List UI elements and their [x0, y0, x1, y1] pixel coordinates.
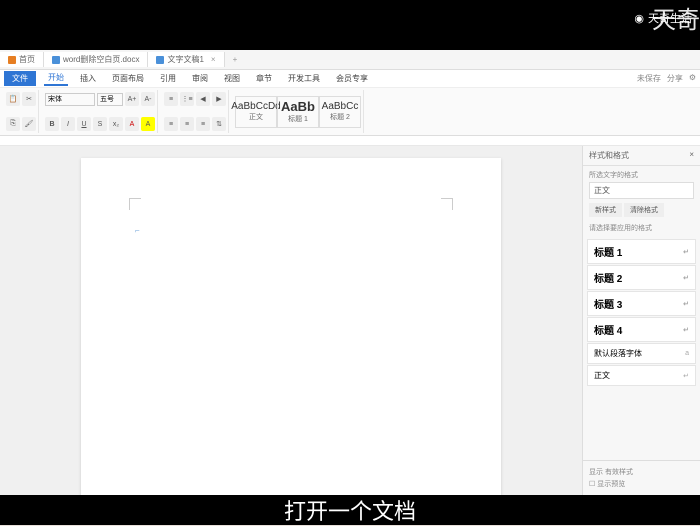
- tab-doc1[interactable]: word删除空白页.docx: [44, 52, 148, 67]
- app-window: 首页 word删除空白页.docx 文字文稿1 × + 文件 开始 插入 页面布局…: [0, 50, 700, 495]
- bold-button[interactable]: B: [45, 117, 59, 131]
- close-icon[interactable]: ×: [211, 55, 216, 64]
- menu-start[interactable]: 开始: [44, 71, 68, 86]
- decrease-font[interactable]: A-: [141, 92, 155, 106]
- sub-button[interactable]: x₂: [109, 117, 123, 131]
- align-center[interactable]: ≡: [180, 117, 194, 131]
- ribbon-font: 宋体 五号 A+ A- B I U S x₂ A A: [43, 90, 158, 133]
- strike-button[interactable]: S: [93, 117, 107, 131]
- align-right[interactable]: ≡: [196, 117, 210, 131]
- apply-icon: a: [685, 350, 689, 357]
- margin-corner-tl: [129, 198, 141, 210]
- menu-layout[interactable]: 页面布局: [108, 72, 148, 85]
- wps-icon: [8, 56, 16, 64]
- number-button[interactable]: ⋮≡: [180, 92, 194, 106]
- apply-icon: ↵: [683, 372, 689, 380]
- style-item-h2[interactable]: 标题 2↵: [587, 265, 696, 290]
- cursor-indicator: ⌐: [135, 226, 140, 235]
- ruler[interactable]: [0, 136, 700, 146]
- tab-home[interactable]: 首页: [0, 52, 44, 67]
- panel-header: 样式和格式 ×: [583, 146, 700, 166]
- watermark-text: 天奇生活: [648, 10, 692, 26]
- indent-inc[interactable]: ▶: [212, 92, 226, 106]
- ribbon-styles: AaBbCcDd正文 AaBb标题 1 AaBbCc标题 2: [233, 90, 364, 133]
- italic-button[interactable]: I: [61, 117, 75, 131]
- style-item-normal[interactable]: 正文↵: [587, 365, 696, 386]
- style-list: 标题 1↵ 标题 2↵ 标题 3↵ 标题 4↵ 默认段落字体a 正文↵: [583, 237, 700, 460]
- menu-reference[interactable]: 引用: [156, 72, 180, 85]
- apply-icon: ↵: [683, 326, 689, 334]
- titlebar: 首页 word删除空白页.docx 文字文稿1 × +: [0, 50, 700, 70]
- panel-footer: 显示 有效样式 ☐ 显示预览: [583, 460, 700, 495]
- panel-current-section: 所选文字的格式 正文 新样式 清除格式 请选择要应用的格式: [583, 166, 700, 237]
- save-status: 未保存: [637, 73, 661, 84]
- tab-add-button[interactable]: +: [225, 53, 246, 66]
- subtitle-caption: 打开一个文档: [284, 494, 416, 526]
- tab-label: 文字文稿1: [167, 54, 203, 65]
- tab-doc2[interactable]: 文字文稿1 ×: [148, 52, 224, 67]
- document-area[interactable]: ⌐: [0, 146, 582, 495]
- align-left[interactable]: ≡: [164, 117, 178, 131]
- clear-format-button[interactable]: 清除格式: [624, 203, 664, 217]
- show-preview-check[interactable]: ☐ 显示预览: [589, 479, 694, 489]
- ribbon: 📋✂ ⎘🖌 宋体 五号 A+ A- B I U S x₂ A A ≡: [0, 88, 700, 136]
- increase-font[interactable]: A+: [125, 92, 139, 106]
- new-style-button[interactable]: 新样式: [589, 203, 622, 217]
- ribbon-clipboard: 📋✂ ⎘🖌: [4, 90, 39, 133]
- page[interactable]: ⌐: [81, 158, 501, 495]
- menu-right: 未保存 分享 ⚙: [637, 73, 696, 84]
- current-format-value[interactable]: 正文: [589, 182, 694, 199]
- apply-icon: ↵: [683, 300, 689, 308]
- format-painter[interactable]: 🖌: [22, 117, 36, 131]
- menu-dev[interactable]: 开发工具: [284, 72, 324, 85]
- ribbon-paragraph: ≡ ⋮≡ ◀ ▶ ≡ ≡ ≡ ⇅: [162, 90, 229, 133]
- doc-icon: [52, 56, 60, 64]
- cut-button[interactable]: ✂: [22, 92, 36, 106]
- highlight-button[interactable]: A: [141, 117, 155, 131]
- color-button[interactable]: A: [125, 117, 139, 131]
- menu-insert[interactable]: 插入: [76, 72, 100, 85]
- letterbox-top: 天奇 ◉ 天奇生活: [0, 0, 700, 50]
- underline-button[interactable]: U: [77, 117, 91, 131]
- tab-label: word删除空白页.docx: [63, 54, 139, 65]
- copy-button[interactable]: ⎘: [6, 117, 20, 131]
- margin-corner-tr: [441, 198, 453, 210]
- indent-dec[interactable]: ◀: [196, 92, 210, 106]
- list-label: 请选择要应用的格式: [589, 223, 694, 233]
- style-item-h3[interactable]: 标题 3↵: [587, 291, 696, 316]
- tab-label: 首页: [19, 54, 35, 65]
- menu-review[interactable]: 审阅: [188, 72, 212, 85]
- style-normal[interactable]: AaBbCcDd正文: [235, 96, 277, 128]
- close-panel-icon[interactable]: ×: [689, 150, 694, 161]
- menubar: 文件 开始 插入 页面布局 引用 审阅 视图 章节 开发工具 会员专享 未保存 …: [0, 70, 700, 88]
- line-spacing[interactable]: ⇅: [212, 117, 226, 131]
- size-selector[interactable]: 五号: [97, 93, 123, 106]
- menu-view[interactable]: 视图: [220, 72, 244, 85]
- share-button[interactable]: 分享: [667, 73, 683, 84]
- bullet-button[interactable]: ≡: [164, 92, 178, 106]
- doc-icon: [156, 56, 164, 64]
- current-format-label: 所选文字的格式: [589, 170, 694, 180]
- apply-icon: ↵: [683, 248, 689, 256]
- paste-button[interactable]: 📋: [6, 92, 20, 106]
- style-item-h4[interactable]: 标题 4↵: [587, 317, 696, 342]
- style-h1[interactable]: AaBb标题 1: [277, 96, 319, 128]
- panel-title: 样式和格式: [589, 150, 629, 161]
- apply-icon: ↵: [683, 274, 689, 282]
- watermark-logo: ◉ 天奇生活: [634, 10, 692, 26]
- settings-icon[interactable]: ⚙: [689, 73, 696, 84]
- menu-member[interactable]: 会员专享: [332, 72, 372, 85]
- letterbox-bottom: 打开一个文档: [0, 495, 700, 525]
- watermark-icon: ◉: [634, 12, 644, 25]
- menu-chapter[interactable]: 章节: [252, 72, 276, 85]
- workspace: ⌐ 样式和格式 × 所选文字的格式 正文 新样式 清除格式 请选择要应用的格式 …: [0, 146, 700, 495]
- footer-valid-label: 有效样式: [605, 469, 633, 476]
- style-item-default[interactable]: 默认段落字体a: [587, 343, 696, 364]
- font-selector[interactable]: 宋体: [45, 93, 95, 106]
- style-h2[interactable]: AaBbCc标题 2: [319, 96, 361, 128]
- menu-file[interactable]: 文件: [4, 71, 36, 86]
- footer-show-label: 显示: [589, 469, 603, 476]
- styles-panel: 样式和格式 × 所选文字的格式 正文 新样式 清除格式 请选择要应用的格式 标题…: [582, 146, 700, 495]
- style-item-h1[interactable]: 标题 1↵: [587, 239, 696, 264]
